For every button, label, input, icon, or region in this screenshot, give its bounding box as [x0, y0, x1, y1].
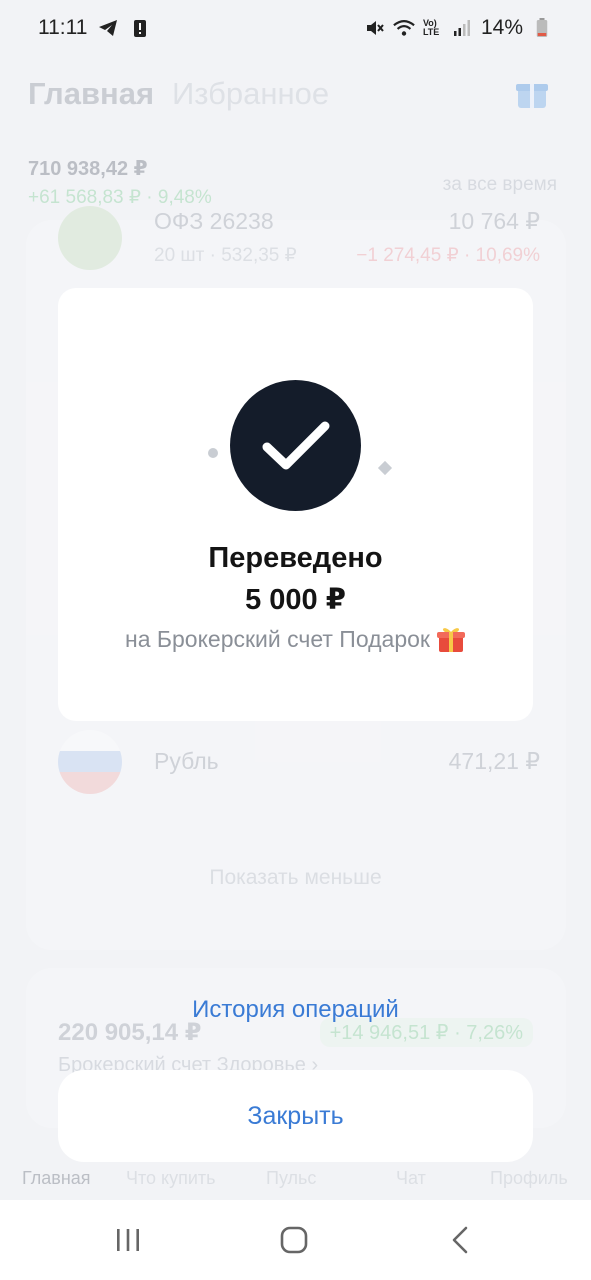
- operations-history-link[interactable]: История операций: [0, 996, 591, 1024]
- status-left: 11:11: [38, 16, 151, 40]
- nav-chat: Чат: [396, 1168, 426, 1188]
- gift-icon: [436, 628, 465, 652]
- back-icon[interactable]: [442, 1224, 478, 1256]
- success-badge: [230, 380, 361, 511]
- alert-icon: [129, 17, 151, 39]
- show-less-link: Показать меньше: [209, 866, 382, 889]
- confetti-dot-icon: [208, 448, 218, 458]
- gift-icon: [516, 84, 548, 108]
- asset-avatar: [58, 206, 122, 270]
- asset-value: 10 764 ₽: [448, 208, 540, 234]
- transfer-success-modal: Переведено 5 000 ₽ на Брокерский счет По…: [58, 288, 533, 721]
- home-button-icon[interactable]: [276, 1224, 312, 1256]
- check-icon: [262, 421, 329, 469]
- asset-name: ОФЗ 26238: [154, 208, 274, 234]
- battery-percent: 14%: [480, 16, 523, 39]
- mute-icon: [363, 17, 385, 39]
- asset-row-ruble: Рубль 471,21 ₽: [58, 730, 540, 800]
- wifi-icon: [393, 17, 415, 39]
- asset-value: 471,21 ₽: [448, 748, 540, 774]
- asset-change: −1 274,45 ₽ · 10,69%: [356, 245, 540, 266]
- status-right: Vo) LTE 14%: [363, 16, 553, 40]
- asset-sub: 20 шт · 532,35 ₽: [154, 245, 297, 266]
- close-button[interactable]: Закрыть: [58, 1070, 533, 1162]
- nav-pulse: Пульс: [266, 1168, 317, 1188]
- transfer-destination: на Брокерский счет Подарок: [58, 624, 533, 654]
- signal-icon: [451, 17, 473, 39]
- asset-row-ofz: ОФЗ 26238 20 шт · 532,35 ₽ 10 764 ₽ −1 2…: [58, 206, 540, 276]
- success-title: Переведено: [208, 542, 383, 574]
- destination-label: на Брокерский счет Подарок: [125, 625, 430, 652]
- asset-name: Рубль: [154, 748, 219, 774]
- status-bar: 11:11 Vo) LTE 14%: [0, 0, 591, 56]
- confetti-diamond-icon: [377, 460, 393, 476]
- transfer-amount: 5 000 ₽: [245, 584, 346, 616]
- battery-icon: [531, 17, 553, 39]
- system-navigation-bar: [0, 1200, 591, 1280]
- tab-main: Главная: [28, 76, 155, 111]
- nav-what-to-buy: Что купить: [126, 1168, 216, 1188]
- period-selector: за все время: [442, 174, 557, 195]
- status-time: 11:11: [38, 16, 88, 39]
- telegram-icon: [97, 17, 119, 39]
- nav-home: Главная: [22, 1168, 91, 1188]
- portfolio-total: 710 938,42 ₽: [28, 158, 148, 180]
- tab-favorites: Избранное: [172, 76, 330, 111]
- nav-profile: Профиль: [490, 1168, 568, 1188]
- russia-flag-icon: [58, 730, 122, 794]
- recent-apps-icon[interactable]: [110, 1224, 146, 1256]
- network-type-label: Vo) LTE: [422, 18, 440, 37]
